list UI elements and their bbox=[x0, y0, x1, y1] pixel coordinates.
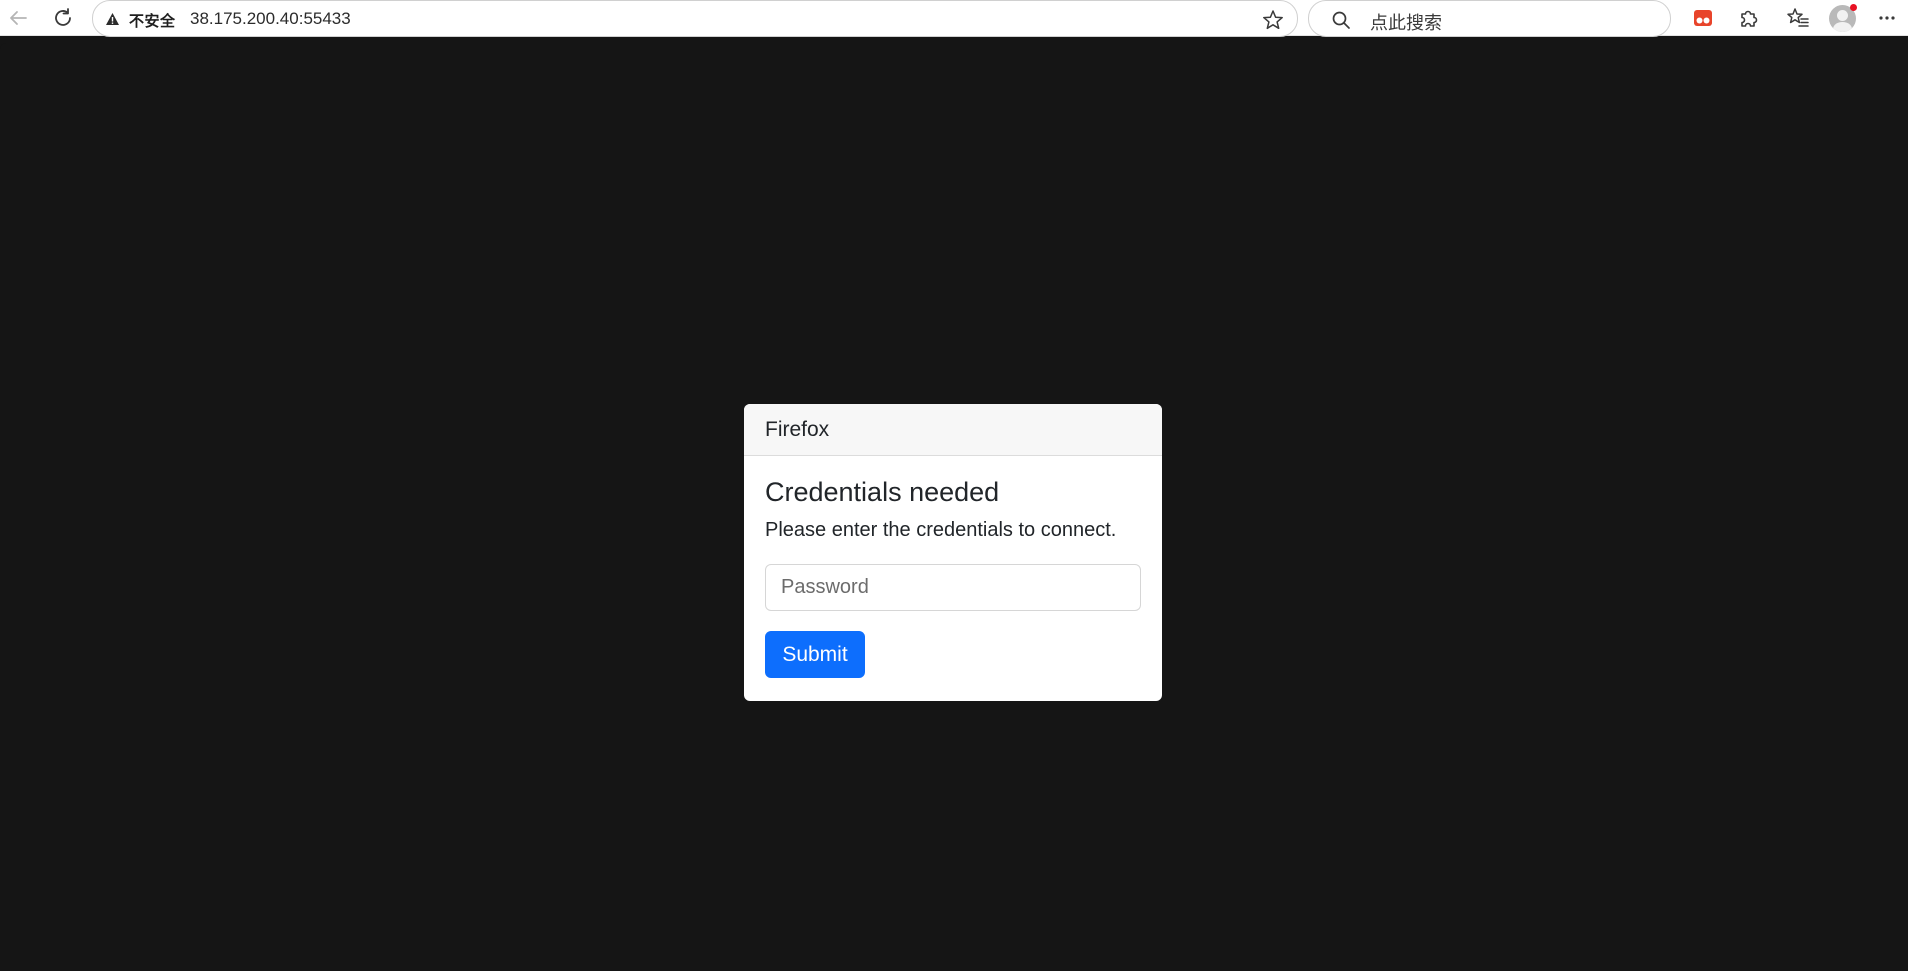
search-bar[interactable]: 点此搜索 bbox=[1308, 0, 1671, 37]
search-input[interactable]: 点此搜索 bbox=[1370, 9, 1442, 35]
url-text[interactable]: 38.175.200.40:55433 bbox=[190, 9, 351, 29]
password-input[interactable] bbox=[765, 564, 1141, 611]
extension-app-button[interactable] bbox=[1688, 3, 1718, 33]
reload-button[interactable] bbox=[48, 3, 78, 33]
favorites-icon bbox=[1787, 8, 1809, 27]
dialog-header: Firefox bbox=[744, 404, 1162, 456]
page-viewport: Firefox Credentials needed Please enter … bbox=[0, 43, 1908, 971]
favorites-button[interactable] bbox=[1783, 3, 1813, 33]
extensions-button[interactable] bbox=[1733, 3, 1763, 33]
browser-toolbar: 不安全 38.175.200.40:55433 点此搜索 bbox=[0, 0, 1908, 37]
more-icon bbox=[1879, 16, 1895, 20]
submit-button[interactable]: Submit bbox=[765, 631, 865, 678]
search-icon bbox=[1332, 11, 1350, 29]
address-bar[interactable]: 不安全 38.175.200.40:55433 bbox=[92, 0, 1298, 37]
warning-icon[interactable] bbox=[105, 12, 120, 26]
avatar-body bbox=[1833, 22, 1852, 32]
reload-icon bbox=[55, 8, 71, 26]
dialog-body: Credentials needed Please enter the cred… bbox=[744, 456, 1162, 678]
back-icon bbox=[10, 11, 27, 25]
more-button[interactable] bbox=[1872, 3, 1902, 33]
credentials-dialog: Firefox Credentials needed Please enter … bbox=[744, 404, 1162, 701]
back-button[interactable] bbox=[3, 3, 33, 33]
notification-dot bbox=[1850, 4, 1857, 11]
dialog-title: Credentials needed bbox=[765, 477, 1000, 507]
star-icon[interactable] bbox=[1261, 8, 1285, 32]
dialog-message: Please enter the credentials to connect. bbox=[765, 519, 1117, 541]
security-label[interactable]: 不安全 bbox=[129, 10, 176, 31]
puzzle-icon bbox=[1741, 10, 1758, 27]
extension-app-icon bbox=[1694, 10, 1712, 26]
avatar-head bbox=[1837, 10, 1848, 21]
